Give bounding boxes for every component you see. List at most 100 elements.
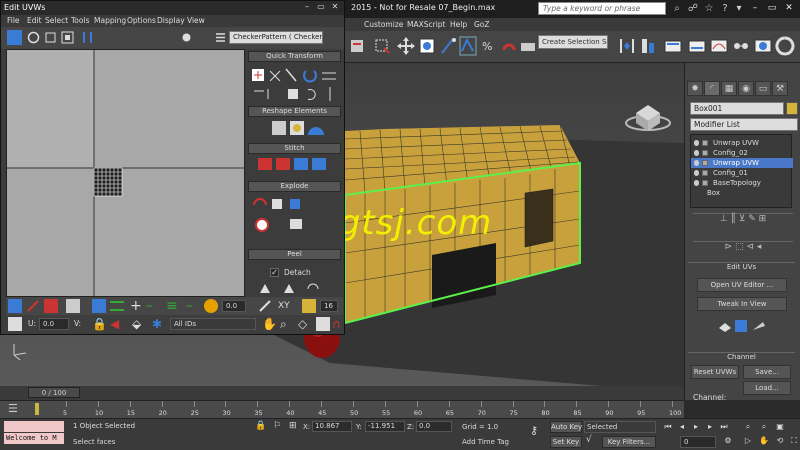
selected-dropdown[interactable]: Selected	[584, 421, 656, 433]
utilities-tab-icon[interactable]: ⚒	[772, 81, 788, 96]
uvw-menu-display[interactable]: Display	[157, 16, 185, 25]
zoom-extents-icon[interactable]	[316, 317, 330, 331]
mirror-uv-icon[interactable]	[80, 30, 95, 45]
display-tab-icon[interactable]: ▭	[755, 81, 771, 96]
object-name-field[interactable]: Box001	[690, 102, 784, 115]
help-icon[interactable]: ?	[719, 3, 731, 15]
select-by-name-icon[interactable]	[348, 35, 368, 57]
current-frame-field[interactable]: 0	[680, 436, 716, 448]
add-time-tag[interactable]: Add Time Tag	[462, 438, 509, 446]
uvw-menu-options[interactable]: Options	[127, 16, 156, 25]
u-field[interactable]: 0.0	[39, 318, 69, 330]
uvw-close-button[interactable]: ✕	[329, 2, 341, 13]
key-filters-button[interactable]: Key Filters...	[602, 436, 656, 448]
lock-icon[interactable]: 🔒	[92, 317, 107, 331]
stack-item[interactable]: Box	[691, 188, 793, 198]
absolute-mode-transform-icon[interactable]: ⊞	[289, 421, 299, 432]
expand-icon[interactable]	[702, 180, 708, 186]
light-bulb-icon[interactable]	[694, 160, 699, 166]
ring-icon[interactable]: ≡	[166, 299, 180, 313]
z-coord-field[interactable]: 0.0	[416, 421, 452, 432]
paint-icon[interactable]	[258, 299, 272, 313]
light-bulb-icon[interactable]	[694, 180, 699, 186]
expand-icon[interactable]	[702, 150, 708, 156]
percent-snap-icon[interactable]: %	[479, 35, 499, 57]
expand-icon[interactable]	[702, 170, 708, 176]
selection-set-dropdown[interactable]: Create Selection Se	[538, 35, 608, 49]
go-to-end-icon[interactable]: ⏭	[718, 421, 730, 433]
close-button[interactable]: ✕	[782, 2, 796, 15]
align-icon[interactable]	[638, 35, 658, 57]
ids-dropdown[interactable]: All IDs	[170, 318, 256, 330]
maximize-button[interactable]: ▭	[765, 2, 779, 15]
uvw-minimize-button[interactable]: –	[301, 2, 313, 13]
uvw-title-bar[interactable]: Edit UVWs – ▭ ✕	[1, 1, 344, 15]
stack-item[interactable]: Config_02	[691, 148, 793, 158]
list-icon[interactable]	[213, 30, 228, 45]
menu-help[interactable]: Help	[450, 20, 467, 29]
schematic-view-icon[interactable]	[731, 35, 751, 57]
uv-tools-icon[interactable]	[715, 318, 769, 334]
pan-view-icon[interactable]: ✋	[758, 435, 770, 447]
stitch-header[interactable]: Stitch	[248, 143, 341, 154]
x-coord-field[interactable]: 10.867	[312, 421, 352, 432]
light-bulb-icon[interactable]	[694, 150, 699, 156]
minus-icon[interactable]: –	[146, 299, 160, 313]
curve-editor-icon[interactable]	[709, 35, 729, 57]
render-setup-icon[interactable]	[775, 35, 795, 57]
expand-icon[interactable]	[702, 140, 708, 146]
create-tab-icon[interactable]: ✸	[687, 81, 703, 96]
element-mode-icon[interactable]	[66, 299, 80, 313]
binoculars-icon[interactable]: ⌕	[671, 3, 683, 15]
rect-select-icon[interactable]	[372, 35, 392, 57]
pan-icon[interactable]: ✋	[262, 317, 277, 331]
y-coord-field[interactable]: -11.951	[365, 421, 405, 432]
zoom-region-icon[interactable]: ◇	[298, 317, 312, 331]
light-bulb-icon[interactable]	[694, 170, 699, 176]
uvw-menu-edit[interactable]: Edit	[27, 16, 42, 25]
zoom-all-icon[interactable]: ⌕	[758, 421, 770, 433]
plus-icon[interactable]: +	[130, 299, 144, 313]
freeform-icon[interactable]	[60, 30, 75, 45]
time-slider[interactable]: 0 / 100	[0, 386, 684, 400]
vertex-mode-icon[interactable]	[8, 299, 22, 313]
zoom-viewport-icon[interactable]: ⌕	[742, 421, 754, 433]
uvw-menu-tools[interactable]: Tools	[71, 16, 89, 25]
isolate-icon[interactable]: ⚐	[273, 421, 283, 432]
object-color-swatch[interactable]	[786, 102, 798, 115]
uvw-menu-file[interactable]: File	[7, 16, 20, 25]
stack-item[interactable]: BaseTopology	[691, 178, 793, 188]
light-bulb-icon[interactable]	[694, 140, 699, 146]
save-uvws-button[interactable]: Save...	[743, 365, 791, 379]
go-to-start-icon[interactable]: ⏮	[662, 421, 674, 433]
channel-rollout-title[interactable]: Channel	[688, 352, 795, 362]
snap-toggle-icon[interactable]	[458, 35, 478, 57]
detach-checkbox[interactable]: ✓	[270, 268, 279, 277]
tweak-in-view-button[interactable]: Tweak In View	[697, 297, 787, 311]
modifier-list-dropdown[interactable]: Modifier List	[690, 118, 798, 131]
spinner-snap-icon[interactable]	[499, 35, 519, 57]
shrink-icon[interactable]: –	[186, 299, 200, 313]
scale-icon[interactable]	[439, 35, 459, 57]
menu-customize[interactable]: Customize	[364, 20, 403, 29]
communication-icon[interactable]: ☍	[687, 3, 699, 15]
maxscript-listener-top[interactable]	[4, 421, 64, 432]
fov-icon[interactable]: ▷	[742, 435, 754, 447]
rotate-uv-icon[interactable]	[26, 30, 41, 45]
soft-selection-icon[interactable]	[204, 299, 218, 313]
track-bar-icon[interactable]: ☰	[8, 403, 22, 415]
open-uv-editor-button[interactable]: Open UV Editor ...	[697, 278, 787, 292]
play-icon[interactable]: ▸	[690, 421, 702, 433]
edit-uvs-rollout-title[interactable]: Edit UVs	[688, 262, 795, 272]
uvw-maximize-button[interactable]: ▭	[315, 2, 327, 13]
face-mode-icon[interactable]	[44, 299, 58, 313]
snap-uv-icon[interactable]: ∩	[332, 317, 342, 331]
peel-header[interactable]: Peel	[248, 249, 341, 260]
keyframe-marker[interactable]	[35, 403, 39, 415]
loop-icon[interactable]	[110, 301, 124, 311]
reshape-elements-header[interactable]: Reshape Elements	[248, 106, 341, 117]
set-key-button[interactable]: Set Key	[550, 436, 582, 448]
hide-icon[interactable]: ◀	[110, 317, 124, 331]
scale-uv-icon[interactable]	[43, 30, 58, 45]
uvw-menu-mapping[interactable]: Mapping	[94, 16, 126, 25]
